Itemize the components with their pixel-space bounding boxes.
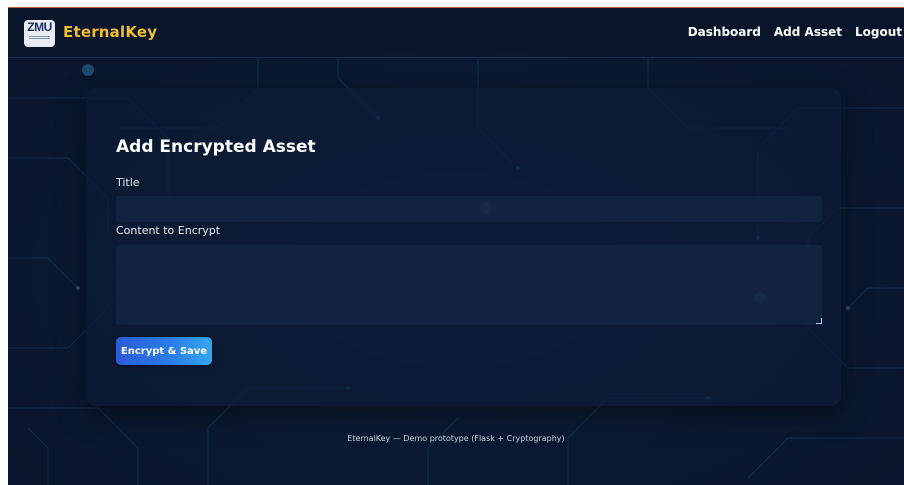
nav-links: Dashboard Add Asset Logout	[688, 25, 902, 39]
content-label: Content to Encrypt	[116, 224, 221, 237]
app-window: ZMU EternalKey Dashboard Add Asset Logou…	[8, 7, 904, 485]
encrypt-save-button[interactable]: Encrypt & Save	[116, 337, 212, 365]
resize-handle-icon[interactable]	[816, 318, 822, 324]
title-label: Title	[116, 176, 140, 189]
zmu-logo[interactable]: ZMU	[24, 20, 55, 47]
add-asset-card: Add Encrypted Asset Title Content to Enc…	[86, 88, 841, 406]
nav-dashboard-link[interactable]: Dashboard	[688, 25, 761, 39]
nav-logout-link[interactable]: Logout	[855, 25, 902, 39]
top-navbar: ZMU EternalKey Dashboard Add Asset Logou…	[8, 8, 904, 58]
page-title: Add Encrypted Asset	[116, 137, 316, 157]
title-input[interactable]	[116, 196, 822, 222]
brand-name[interactable]: EternalKey	[63, 23, 157, 41]
footer-text: EternalKey — Demo prototype (Flask + Cry…	[347, 434, 565, 443]
logo-underline	[29, 36, 50, 39]
logo-text: ZMU	[27, 20, 52, 34]
nav-add-asset-link[interactable]: Add Asset	[774, 25, 842, 39]
content-textarea[interactable]	[116, 245, 822, 325]
